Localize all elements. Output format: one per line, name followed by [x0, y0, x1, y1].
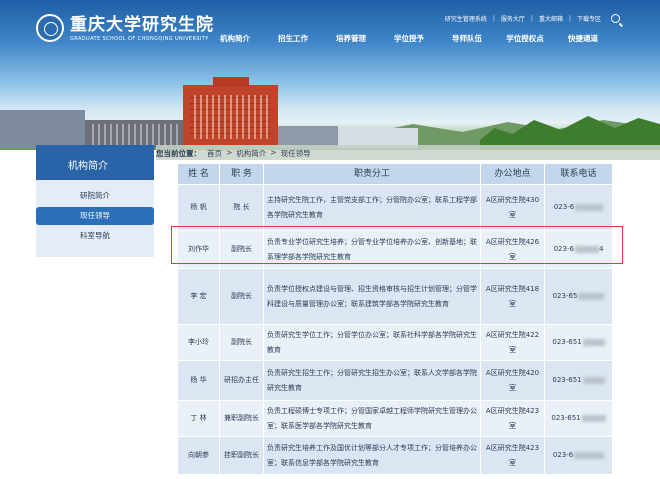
- site-header: 重庆大学研究生院 GRADUATE SCHOOL OF CHONGQING UN…: [0, 0, 660, 150]
- nav-item-training[interactable]: 培养管理: [322, 33, 380, 44]
- table-row: 杨 帆 院 长 主持研究生院工作，主管党支部工作；分管院办公室；联系工程学部各学…: [178, 185, 612, 231]
- redacted-phone: [575, 204, 604, 211]
- logo-english-name: GRADUATE SCHOOL OF CHONGQING UNIVERSITY: [70, 35, 209, 42]
- nav-item-about[interactable]: 机构简介: [206, 33, 264, 44]
- table-row: 李 宏 副院长 负责学位授权点建设与管理、招生资格审核与招生计划管理；分管学科建…: [178, 269, 612, 325]
- top-links: 研究生管理系统 | 服务大厅 | 重大邮箱 | 下载专区: [445, 14, 620, 23]
- cell-name: 李 宏: [178, 269, 220, 324]
- cell-role: 兼职副院长: [220, 401, 264, 436]
- leaders-table: 姓 名 职 务 职责分工 办公地点 联系电话 杨 帆 院 长 主持研究生院工作，…: [178, 164, 612, 475]
- header-role: 职 务: [220, 164, 264, 184]
- table-header-row: 姓 名 职 务 职责分工 办公地点 联系电话: [178, 164, 612, 185]
- cell-office: A区研究生院420室: [481, 361, 545, 400]
- table-row: 杨 华 研招办主任 负责研究生招生工作；分管研究生招生办公室；联系人文学部各学院…: [178, 361, 612, 401]
- breadcrumb-about[interactable]: 机构简介: [236, 148, 266, 160]
- cell-office: A区研究生院430室: [481, 185, 545, 230]
- cell-role: 副院长: [220, 269, 264, 324]
- site-logo[interactable]: 重庆大学研究生院 GRADUATE SCHOOL OF CHONGQING UN…: [36, 14, 214, 42]
- logo-chinese-name: 重庆大学研究生院: [70, 14, 214, 35]
- highlight-box: [171, 226, 623, 264]
- cell-name: 李小玲: [178, 325, 220, 360]
- table-row: 向朝参 挂职副院长 负责研究生培养工作及国优计划等部分人才专项工作；分管培养办公…: [178, 437, 612, 475]
- sidebar-item-current-leaders[interactable]: 现任领导: [36, 207, 154, 225]
- cell-office: A区研究生院423室: [481, 437, 545, 474]
- redacted-phone: [582, 339, 605, 346]
- breadcrumb: 您当前位置： 首页 > 机构简介 > 现任领导: [156, 145, 660, 160]
- university-emblem-icon: [36, 14, 64, 42]
- sidebar-list: 研院简介 现任领导 科室导航: [36, 180, 154, 257]
- distant-building: [0, 110, 85, 148]
- cell-duty: 主持研究生院工作，主管党支部工作；分管院办公室；联系工程学部各学院研究生教育: [264, 185, 481, 230]
- redacted-phone: [574, 452, 605, 459]
- breadcrumb-current[interactable]: 现任领导: [281, 148, 311, 160]
- nav-item-quick-links[interactable]: 快捷通道: [554, 33, 612, 44]
- toplink-downloads[interactable]: 下载专区: [577, 14, 601, 23]
- cell-phone: 023-651: [545, 361, 612, 400]
- sidebar-title: 机构简介: [36, 145, 154, 180]
- sidebar-item-intro[interactable]: 研院简介: [36, 187, 154, 205]
- nav-item-degrees[interactable]: 学位授予: [380, 33, 438, 44]
- cell-role: 副院长: [220, 325, 264, 360]
- cell-phone: 023-651: [545, 401, 612, 436]
- cell-office: A区研究生院422室: [481, 325, 545, 360]
- cell-phone: 023-65: [545, 269, 612, 324]
- header-phone: 联系电话: [545, 164, 612, 184]
- cell-duty: 负责工程硕博士专项工作；分管国家卓越工程师学院研究生管理办公室；联系医学部各学院…: [264, 401, 481, 436]
- nav-item-supervisors[interactable]: 导师队伍: [438, 33, 496, 44]
- nav-item-degree-programs[interactable]: 学位授权点: [496, 33, 554, 44]
- cell-duty: 负责学位授权点建设与管理、招生资格审核与招生计划管理；分管学科建设与质量管理办公…: [264, 269, 481, 324]
- toplink-service-hall[interactable]: 服务大厅: [501, 14, 525, 23]
- cell-role: 挂职副院长: [220, 437, 264, 474]
- redacted-phone: [582, 377, 605, 384]
- sidebar: 机构简介 研院简介 现任领导 科室导航: [36, 145, 154, 257]
- cell-phone: 023-651: [545, 325, 612, 360]
- building-sign: [213, 77, 249, 87]
- header-name: 姓 名: [178, 164, 220, 184]
- search-icon[interactable]: [611, 14, 620, 23]
- sidebar-item-departments[interactable]: 科室导航: [36, 227, 154, 245]
- toplink-email[interactable]: 重大邮箱: [539, 14, 563, 23]
- cell-name: 向朝参: [178, 437, 220, 474]
- header-office: 办公地点: [481, 164, 545, 184]
- cell-duty: 负责研究生招生工作；分管研究生招生办公室；联系人文学部各学院研究生教育: [264, 361, 481, 400]
- cell-office: A区研究生院418室: [481, 269, 545, 324]
- table-row: 丁 林 兼职副院长 负责工程硕博士专项工作；分管国家卓越工程师学院研究生管理办公…: [178, 401, 612, 437]
- redacted-phone: [581, 415, 606, 422]
- cell-name: 杨 帆: [178, 185, 220, 230]
- cell-duty: 负责研究生学位工作；分管学位办公室；联系社科学部各学院研究生教育: [264, 325, 481, 360]
- cell-role: 院 长: [220, 185, 264, 230]
- cell-phone: 023-6: [545, 437, 612, 474]
- cell-role: 研招办主任: [220, 361, 264, 400]
- breadcrumb-label: 您当前位置：: [156, 149, 201, 158]
- table-row: 李小玲 副院长 负责研究生学位工作；分管学位办公室；联系社科学部各学院研究生教育…: [178, 325, 612, 361]
- cell-duty: 负责研究生培养工作及国优计划等部分人才专项工作；分管培养办公室；联系信息学部各学…: [264, 437, 481, 474]
- cell-office: A区研究生院423室: [481, 401, 545, 436]
- breadcrumb-home[interactable]: 首页: [207, 148, 222, 160]
- cell-name: 杨 华: [178, 361, 220, 400]
- cell-name: 丁 林: [178, 401, 220, 436]
- toplink-management-system[interactable]: 研究生管理系统: [445, 14, 487, 23]
- nav-item-admissions[interactable]: 招生工作: [264, 33, 322, 44]
- header-duty: 职责分工: [264, 164, 481, 184]
- redacted-phone: [578, 293, 605, 300]
- cell-phone: 023-6: [545, 185, 612, 230]
- main-nav: 机构简介 招生工作 培养管理 学位授予 导师队伍 学位授权点 快捷通道: [206, 33, 612, 44]
